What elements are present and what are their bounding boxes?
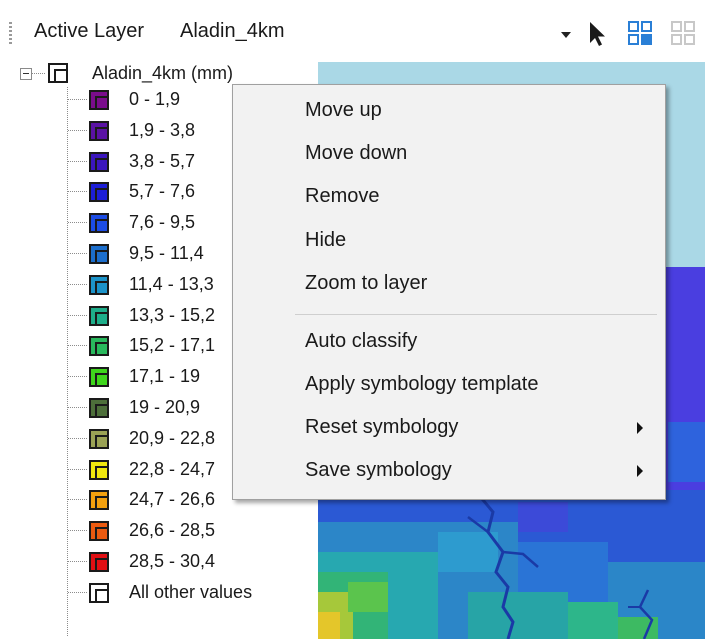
legend-swatch-icon — [87, 273, 111, 302]
menu-item-label: Move down — [305, 142, 408, 164]
menu-item-apply-symbology-template[interactable]: Apply symbology template — [233, 364, 665, 404]
legend-item-label: 28,5 - 30,4 — [129, 551, 216, 571]
legend-item-label: 5,7 - 7,6 — [129, 181, 196, 202]
legend-item[interactable]: All other values — [68, 581, 318, 603]
chevron-down-icon[interactable] — [561, 32, 571, 38]
menu-item-label: Move up — [305, 99, 382, 121]
tree-connector — [68, 283, 87, 285]
grid-view-icon[interactable] — [626, 19, 656, 49]
tree-connector — [68, 314, 87, 316]
legend-swatch-icon — [87, 180, 111, 209]
layer-name[interactable]: Aladin_4km (mm) — [92, 63, 233, 84]
legend-item[interactable]: 26,6 - 28,5 — [68, 519, 318, 542]
legend-item-label: 22,8 - 24,7 — [129, 458, 216, 479]
tree-connector — [68, 591, 87, 593]
menu-item-save-symbology[interactable]: Save symbology — [233, 450, 665, 490]
legend-item-label: 19 - 20,9 — [129, 397, 201, 417]
legend-item-label: 11,4 - 13,3 — [129, 273, 214, 294]
legend-swatch-icon — [87, 365, 111, 394]
tree-connector — [68, 345, 87, 347]
menu-item-remove[interactable]: Remove — [233, 176, 665, 216]
legend-swatch-icon — [87, 458, 111, 487]
tree-connector — [68, 561, 87, 562]
collapse-icon[interactable] — [20, 68, 32, 80]
legend-item-label: 7,6 - 9,5 — [129, 212, 196, 233]
legend-item-label: 3,8 - 5,7 — [129, 150, 196, 171]
legend-swatch-icon — [87, 150, 111, 179]
tree-connector — [68, 160, 87, 162]
submenu-arrow-icon — [637, 422, 643, 434]
menu-item-label: Apply symbology template — [305, 373, 539, 395]
legend-item-label: 17,1 - 19 — [129, 366, 201, 387]
legend-item-label: 0 - 1,9 — [129, 89, 181, 109]
legend-swatch-icon — [87, 334, 111, 363]
grid-view-disabled-icon[interactable] — [669, 19, 699, 49]
menu-item-hide[interactable]: Hide — [233, 220, 665, 260]
tree-connector — [68, 407, 87, 408]
active-layer-label: Active Layer — [34, 20, 145, 42]
menu-item-label: Remove — [305, 185, 380, 207]
menu-item-label: Auto classify — [305, 330, 418, 352]
legend-swatch-icon — [87, 396, 111, 425]
active-layer-value: Aladin_4km — [180, 20, 285, 42]
legend-item-label: 13,3 - 15,2 — [129, 304, 216, 325]
legend-item-label: 26,6 - 28,5 — [129, 520, 216, 541]
tree-connector — [68, 253, 87, 254]
tree-connector — [68, 499, 87, 501]
menu-item-label: Hide — [305, 229, 347, 251]
menu-item-label: Reset symbology — [305, 416, 459, 438]
layer-context-menu: Move up Move down Remove Hide Zoom to layer A… — [232, 84, 666, 500]
menu-item-reset-symbology[interactable]: Reset symbology — [233, 407, 665, 447]
tree-connector — [68, 222, 87, 224]
tree-connector — [68, 191, 87, 193]
legend-swatch-icon — [87, 488, 111, 517]
tree-connector — [68, 129, 87, 131]
menu-item-label: Zoom to layer — [305, 272, 428, 294]
select-arrow-icon[interactable] — [584, 19, 614, 49]
tree-connector — [68, 99, 87, 100]
menu-separator — [295, 314, 657, 315]
legend-item-label: 9,5 - 11,4 — [129, 243, 204, 263]
menu-item-auto-classify[interactable]: Auto classify — [233, 321, 665, 361]
tree-connector — [68, 530, 87, 532]
legend-swatch-icon — [87, 119, 111, 148]
tree-connector — [68, 437, 87, 439]
map-toolbar: Active Layer Aladin_4km — [0, 0, 705, 62]
legend-swatch-icon — [87, 427, 111, 456]
legend-swatch-icon — [87, 550, 111, 579]
submenu-arrow-icon — [637, 465, 643, 477]
legend-swatch-icon — [87, 211, 111, 240]
legend-item[interactable]: 28,5 - 30,4 — [68, 550, 318, 572]
tree-connector — [68, 468, 87, 470]
legend-swatch-icon — [87, 519, 111, 548]
menu-item-move-up[interactable]: Move up — [233, 90, 665, 130]
legend-item-label: 15,2 - 17,1 — [129, 335, 216, 356]
active-layer-select[interactable]: Aladin_4km — [175, 16, 575, 52]
legend-swatch-icon — [87, 581, 111, 610]
legend-swatch-icon — [87, 242, 111, 271]
layer-icon — [46, 61, 70, 90]
legend-item-label: 24,7 - 26,6 — [129, 489, 216, 510]
legend-item-label: 20,9 - 22,8 — [129, 427, 216, 448]
menu-item-move-down[interactable]: Move down — [233, 133, 665, 173]
legend-swatch-icon — [87, 88, 111, 117]
toolbar-grip[interactable] — [9, 22, 12, 46]
legend-item-label: 1,9 - 3,8 — [129, 119, 196, 140]
legend-swatch-icon — [87, 304, 111, 333]
menu-item-zoom-to-layer[interactable]: Zoom to layer — [233, 263, 665, 303]
tree-connector — [31, 73, 45, 74]
menu-item-label: Save symbology — [305, 459, 452, 481]
tree-connector — [68, 376, 87, 378]
legend-item-label: All other values — [129, 581, 253, 602]
